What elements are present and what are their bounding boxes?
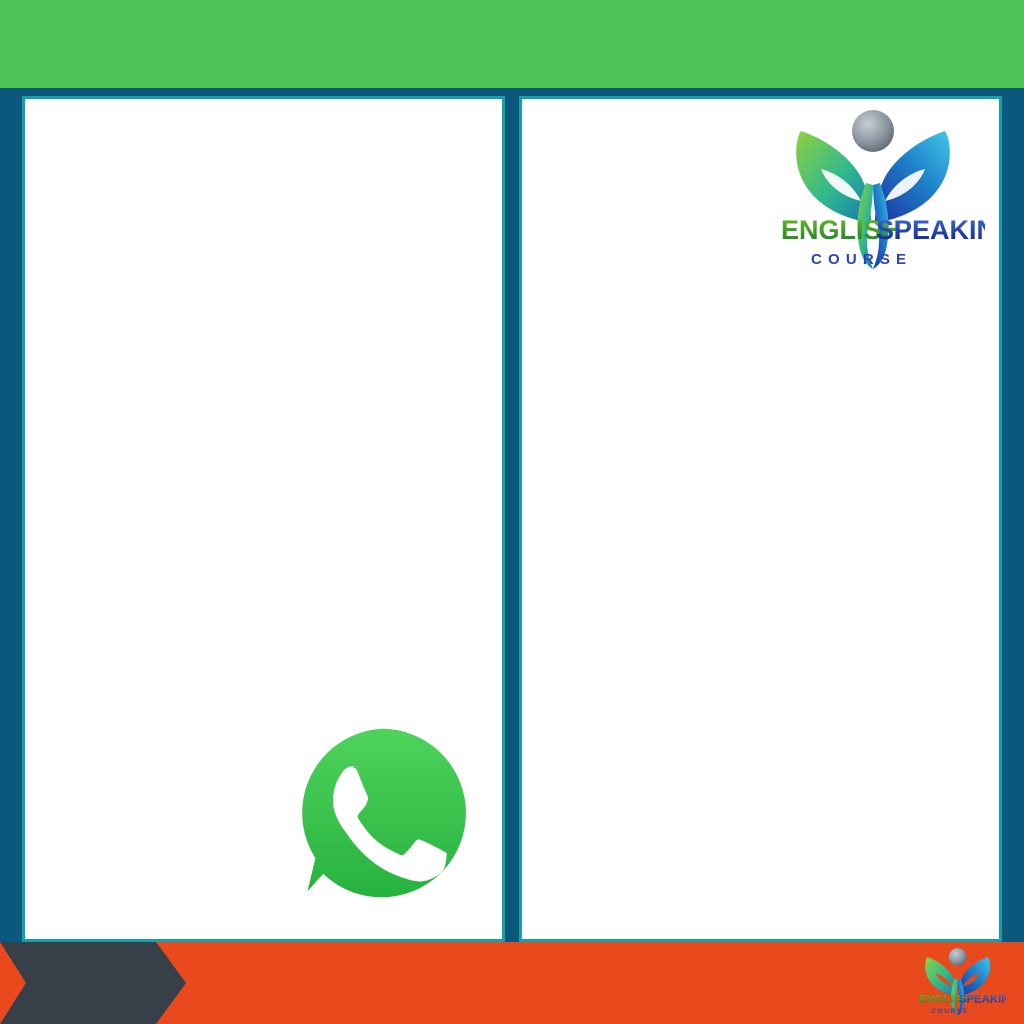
right-abbreviation-card: ENGLISH SPEAKING C O U R S E xyxy=(519,96,1002,942)
svg-text:SPEAKING: SPEAKING xyxy=(959,994,1006,1006)
content-area: ENGLISH SPEAKING C O U R S E xyxy=(0,88,1024,942)
poster-root: ENGLISH SPEAKING C O U R S E ENGLISH xyxy=(0,0,1024,1024)
footer-brand-logo: ENGLISH SPEAKING C O U R S E xyxy=(919,948,1006,1016)
left-abbreviation-card xyxy=(22,96,505,942)
logo-text-speaking: SPEAKING xyxy=(876,215,985,245)
svg-text:C O U R S E: C O U R S E xyxy=(931,1008,967,1015)
page-header xyxy=(0,0,1024,88)
logo-text-course: C O U R S E xyxy=(811,251,907,268)
footer-bar: ENGLISH SPEAKING C O U R S E xyxy=(0,942,1024,1024)
english-speaking-course-logo: ENGLISH SPEAKING C O U R S E xyxy=(781,110,985,269)
whatsapp-icon xyxy=(295,718,478,908)
for-more-tag xyxy=(0,942,186,1024)
